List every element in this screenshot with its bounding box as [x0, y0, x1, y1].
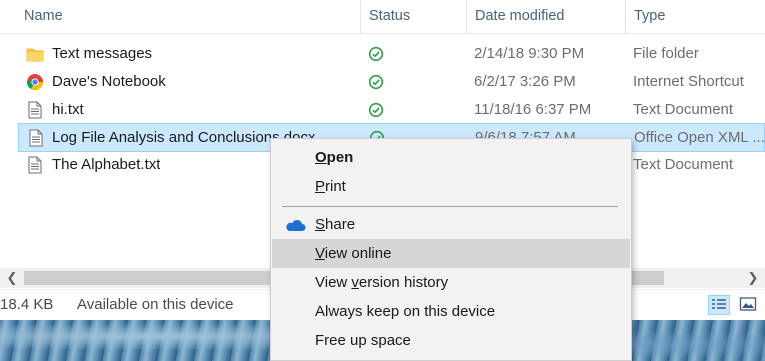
- column-header-type[interactable]: Type: [625, 0, 765, 33]
- scroll-right-arrow-icon[interactable]: ❯: [743, 268, 763, 288]
- file-date: 2/14/18 9:30 PM: [474, 45, 585, 62]
- large-icons-view-button[interactable]: [738, 295, 760, 315]
- details-view-button[interactable]: [708, 295, 730, 315]
- file-type: Internet Shortcut: [633, 73, 744, 90]
- document-file-icon: [29, 129, 43, 147]
- menu-item-view-online[interactable]: View online: [272, 239, 630, 268]
- menu-item-free-up-space[interactable]: Free up space: [272, 326, 630, 355]
- text-file-icon: [28, 156, 42, 174]
- selected-size: 18.4 KB: [0, 296, 54, 313]
- onedrive-cloud-icon: [286, 219, 306, 231]
- file-type: File folder: [633, 45, 699, 62]
- large-icons-view-icon: [739, 297, 757, 311]
- menu-separator: [282, 206, 618, 207]
- details-view-icon: [712, 299, 726, 309]
- file-row[interactable]: Text messages 2/14/18 9:30 PM File folde…: [0, 40, 765, 68]
- column-header-bar: Name Status Date modified Type: [0, 0, 765, 34]
- availability-status: Available on this device: [77, 296, 234, 313]
- synced-check-icon: [368, 102, 384, 118]
- file-date: 6/2/17 3:26 PM: [474, 73, 576, 90]
- file-row[interactable]: hi.txt 11/18/16 6:37 PM Text Document: [0, 96, 765, 124]
- file-name: The Alphabet.txt: [52, 156, 161, 173]
- scroll-left-arrow-icon[interactable]: ❮: [2, 268, 22, 288]
- column-header-status[interactable]: Status: [360, 0, 466, 33]
- folder-icon: [26, 48, 44, 62]
- file-row[interactable]: Dave's Notebook 6/2/17 3:26 PM Internet …: [0, 68, 765, 96]
- synced-check-icon: [368, 74, 384, 90]
- file-name: hi.txt: [52, 101, 84, 118]
- menu-item-open[interactable]: Open: [272, 143, 630, 172]
- menu-item-print[interactable]: Print: [272, 172, 630, 201]
- file-type: Text Document: [633, 101, 734, 118]
- column-header-name[interactable]: Name: [0, 0, 360, 33]
- file-date: 11/18/16 6:37 PM: [474, 101, 592, 118]
- text-file-icon: [28, 101, 42, 119]
- file-name: Text messages: [52, 45, 153, 62]
- menu-item-view-version-history[interactable]: View version history: [272, 268, 630, 297]
- file-type: Text Document: [633, 156, 734, 173]
- synced-check-icon: [368, 46, 384, 62]
- file-type: Office Open XML ...: [634, 129, 765, 146]
- menu-item-share[interactable]: Share: [272, 210, 630, 239]
- menu-item-always-keep-on-device[interactable]: Always keep on this device: [272, 297, 630, 326]
- chrome-shortcut-icon: [26, 74, 43, 90]
- context-menu: Open Print Share View online View versio…: [270, 138, 632, 361]
- column-header-date-modified[interactable]: Date modified: [466, 0, 625, 33]
- file-name: Dave's Notebook: [52, 73, 166, 90]
